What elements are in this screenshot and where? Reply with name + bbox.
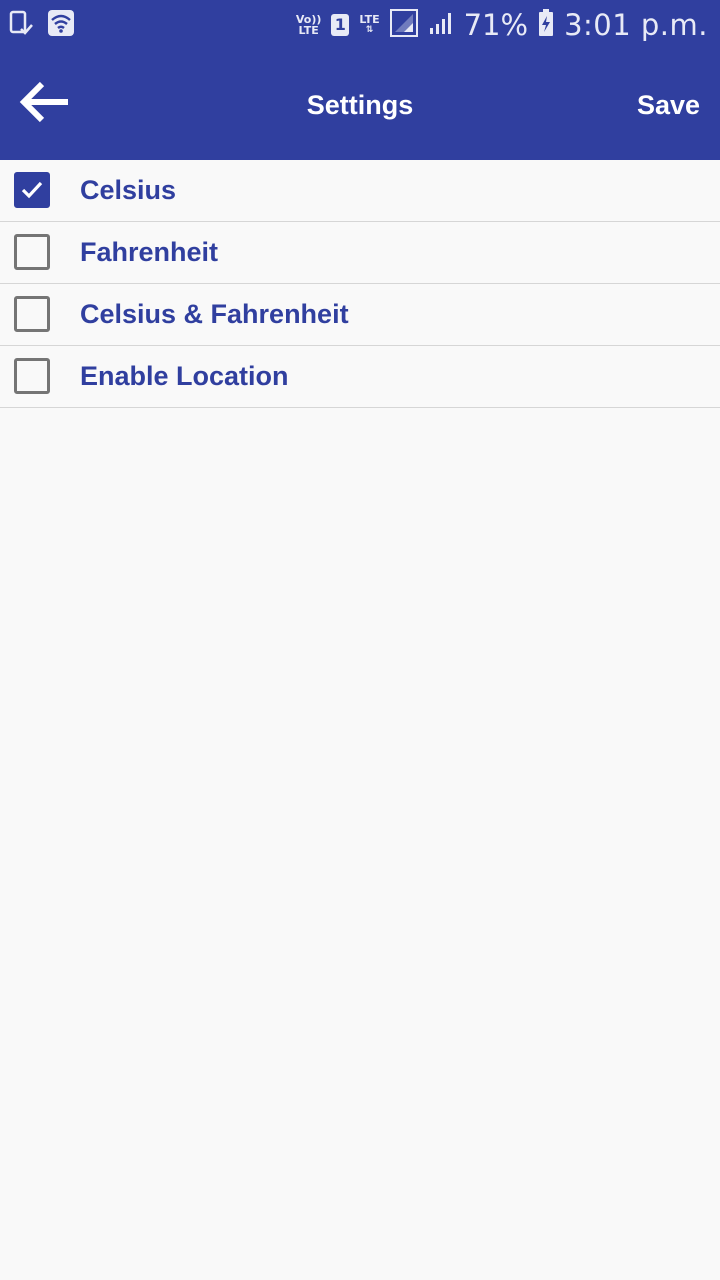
check-icon	[21, 181, 43, 199]
volte-lte-label: LTE	[298, 24, 319, 37]
checkbox-celsius[interactable]	[14, 172, 50, 208]
checkbox-fahrenheit[interactable]	[14, 234, 50, 270]
arrow-left-icon	[18, 80, 70, 129]
page-title: Settings	[306, 90, 414, 120]
option-label: Enable Location	[80, 361, 289, 391]
save-button[interactable]: Save	[637, 50, 700, 160]
checkbox-celsius-fahrenheit[interactable]	[14, 296, 50, 332]
checkbox-enable-location[interactable]	[14, 358, 50, 394]
status-bar: Vo)) LTE 1 LTE ⇅ 71% 3:01 p.m.	[0, 0, 720, 50]
signal-sim1-icon	[389, 8, 418, 42]
wifi-icon	[48, 9, 74, 41]
option-label: Celsius & Fahrenheit	[80, 299, 349, 329]
notification-icon	[8, 10, 34, 41]
lte-indicator: LTE ⇅	[359, 14, 379, 36]
option-celsius-fahrenheit[interactable]: Celsius & Fahrenheit	[0, 284, 720, 346]
app-bar: Settings Save	[0, 50, 720, 160]
option-celsius[interactable]: Celsius	[0, 160, 720, 222]
sim-icon: 1	[331, 14, 350, 36]
volte-icon: Vo)) LTE	[296, 14, 322, 36]
signal-icon	[428, 10, 454, 41]
option-label: Fahrenheit	[80, 237, 219, 267]
status-bar-left	[8, 9, 74, 41]
clock: 3:01 p.m.	[564, 8, 708, 42]
battery-percent: 71%	[463, 8, 529, 42]
status-bar-right: Vo)) LTE 1 LTE ⇅ 71% 3:01 p.m.	[296, 6, 708, 44]
option-enable-location[interactable]: Enable Location	[0, 346, 720, 408]
back-button[interactable]	[12, 74, 76, 134]
settings-list: Celsius Fahrenheit Celsius & Fahrenheit …	[0, 160, 720, 408]
battery-charging-icon	[538, 8, 554, 42]
option-fahrenheit[interactable]: Fahrenheit	[0, 222, 720, 284]
option-label: Celsius	[80, 175, 177, 205]
data-arrows-icon: ⇅	[365, 25, 374, 35]
